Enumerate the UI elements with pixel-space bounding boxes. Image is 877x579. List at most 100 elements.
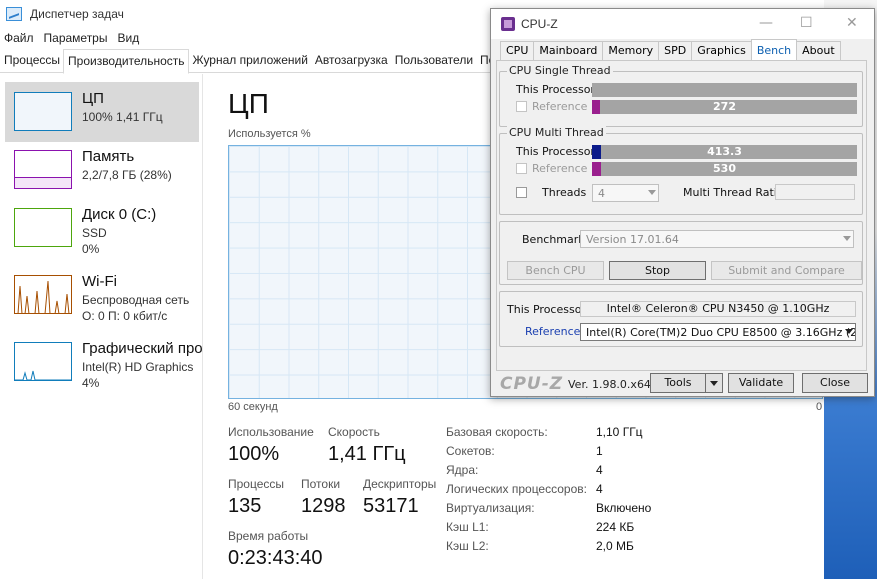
speed-label: Скорость	[328, 425, 380, 439]
gpu-sparkline	[15, 370, 71, 380]
info-value: 4	[596, 463, 603, 477]
memory-fill	[15, 177, 71, 188]
threads-checkbox[interactable]	[516, 187, 527, 198]
multi-ref-score: 530	[713, 162, 736, 175]
disk-thumbnail	[14, 208, 72, 247]
uptime-label: Время работы	[228, 529, 309, 543]
info-label: Сокетов:	[446, 444, 495, 458]
this-processor-label: This Processor	[516, 145, 595, 158]
sidebar-item-label: ЦП	[82, 90, 104, 107]
cpuz-window-title: CPU-Z	[521, 17, 558, 31]
single-thread-group: CPU Single Thread This Processor Referen…	[499, 64, 863, 127]
cpuz-tab-bench[interactable]: Bench	[750, 39, 798, 60]
cpuz-footer: CPU-Z Ver. 1.98.0.x64 Tools Validate Clo…	[491, 371, 874, 396]
graph-label: Используется %	[228, 128, 311, 140]
sidebar-item-label: Wi-Fi	[82, 273, 117, 290]
single-this-bar	[592, 83, 857, 97]
sidebar-item-detail: Беспроводная сеть	[82, 293, 190, 307]
sidebar-item-cpu[interactable]: ЦП 100% 1,41 ГГц	[5, 82, 199, 142]
single-reference-checkbox[interactable]	[516, 101, 527, 112]
menu-options[interactable]: Параметры	[44, 31, 108, 45]
this-processor-label: This Processor	[507, 303, 586, 316]
sidebar-item-detail: 2,2/7,8 ГБ (28%)	[82, 168, 172, 182]
tab-app-history[interactable]: Журнал приложений	[189, 49, 311, 72]
info-label: Логических процессоров:	[446, 482, 587, 496]
tools-button[interactable]: Tools	[650, 373, 706, 393]
sidebar-item-detail: 100% 1,41 ГГц	[82, 110, 163, 124]
sidebar-item-detail-2: О: 0 П: 0 кбит/с	[82, 309, 168, 323]
benchmark-version-value: Version 17.01.64	[586, 233, 679, 246]
submit-compare-button[interactable]: Submit and Compare	[711, 261, 862, 280]
minimize-icon[interactable]: —	[759, 15, 773, 31]
menu-file[interactable]: Файл	[4, 31, 34, 45]
threads-label: Threads	[542, 186, 587, 199]
tab-startup[interactable]: Автозагрузка	[311, 49, 391, 72]
validate-button[interactable]: Validate	[728, 373, 794, 393]
gpu-thumbnail	[14, 342, 72, 381]
threads-select[interactable]: 4	[592, 184, 659, 202]
info-label: Кэш L1:	[446, 520, 489, 534]
this-processor-name: Intel® Celeron® CPU N3450 @ 1.10GHz	[580, 301, 856, 317]
sidebar-item-gpu[interactable]: Графический про Intel(R) HD Graphics 4%	[5, 332, 203, 392]
benchmark-version-select[interactable]: Version 17.01.64	[580, 230, 854, 248]
version-label: Ver. 1.98.0.x64	[568, 378, 651, 391]
graph-axis-left: 60 секунд	[228, 401, 278, 413]
speed-value: 1,41 ГГц	[328, 443, 406, 465]
cpuz-tab-graphics[interactable]: Graphics	[691, 41, 752, 60]
multi-reference-checkbox[interactable]	[516, 163, 527, 174]
menu-view[interactable]: Вид	[117, 31, 139, 45]
sidebar-item-wifi[interactable]: Wi-Fi Беспроводная сеть О: 0 П: 0 кбит/с	[5, 265, 199, 325]
info-label: Ядра:	[446, 463, 479, 477]
tools-dropdown-button[interactable]	[705, 373, 723, 393]
info-value: 1	[596, 444, 603, 458]
close-button[interactable]: Close	[802, 373, 868, 393]
reference-label: Reference	[532, 162, 588, 175]
tab-performance[interactable]: Производительность	[63, 49, 189, 74]
performance-sidebar: ЦП 100% 1,41 ГГц Память 2,2/7,8 ГБ (28%)…	[0, 74, 203, 579]
processor-group: This Processor Intel® Celeron® CPU N3450…	[499, 291, 863, 347]
cpuz-tab-memory[interactable]: Memory	[602, 41, 660, 60]
maximize-icon[interactable]: ☐	[800, 15, 813, 31]
wifi-thumbnail	[14, 275, 72, 314]
wifi-sparkline	[17, 280, 70, 313]
sidebar-item-label: Диск 0 (C:)	[82, 206, 157, 223]
cpuz-tab-cpu[interactable]: CPU	[500, 41, 535, 60]
reference-processor-select[interactable]: Intel(R) Core(TM)2 Duo CPU E8500 @ 3.16G…	[580, 323, 856, 341]
threads-label: Потоки	[301, 477, 341, 491]
multi-thread-group: CPU Multi Thread This Processor 413.3 Re…	[499, 126, 863, 215]
page-title: ЦП	[228, 88, 269, 119]
threads-select-value: 4	[598, 187, 605, 200]
memory-thumbnail	[14, 150, 72, 189]
benchmark-group: Benchmark Version 17.01.64 Bench CPU Sto…	[499, 221, 863, 285]
graph-axis-right: 0	[816, 401, 823, 413]
stop-button[interactable]: Stop	[609, 261, 706, 280]
cpuz-app-icon	[501, 17, 515, 31]
multi-thread-ratio-field	[775, 184, 855, 200]
cpuz-window: CPU-Z — ☐ ✕ CPU Mainboard Memory SPD Gra…	[490, 8, 875, 397]
tab-users[interactable]: Пользователи	[391, 49, 476, 72]
reference-label: Reference	[525, 325, 581, 338]
info-value: 4	[596, 482, 603, 496]
multi-thread-ratio-label: Multi Thread Ratio	[683, 186, 784, 199]
chevron-down-icon	[843, 236, 851, 241]
sidebar-item-detail: Intel(R) HD Graphics	[82, 360, 194, 374]
bench-cpu-button[interactable]: Bench CPU	[507, 261, 604, 280]
info-label: Виртуализация:	[446, 501, 535, 515]
group-title: CPU Single Thread	[507, 64, 613, 77]
cpuz-tab-mainboard[interactable]: Mainboard	[533, 41, 604, 60]
cpuz-tab-about[interactable]: About	[796, 41, 841, 60]
info-value: 224 КБ	[596, 520, 635, 534]
tab-processes[interactable]: Процессы	[0, 49, 63, 72]
info-value: 1,10 ГГц	[596, 425, 643, 439]
sidebar-item-disk[interactable]: Диск 0 (C:) SSD 0%	[5, 198, 199, 258]
chevron-down-icon	[710, 381, 718, 386]
handles-label: Дескрипторы	[363, 477, 437, 491]
cpuz-bench-panel: CPU Single Thread This Processor Referen…	[496, 60, 867, 371]
sidebar-item-detail: SSD	[82, 226, 107, 240]
benchmark-label: Benchmark	[522, 233, 585, 246]
close-icon[interactable]: ✕	[846, 15, 858, 31]
chevron-down-icon	[845, 329, 853, 334]
processes-value: 135	[228, 495, 262, 517]
sidebar-item-memory[interactable]: Память 2,2/7,8 ГБ (28%)	[5, 140, 199, 200]
cpuz-tab-spd[interactable]: SPD	[658, 41, 693, 60]
